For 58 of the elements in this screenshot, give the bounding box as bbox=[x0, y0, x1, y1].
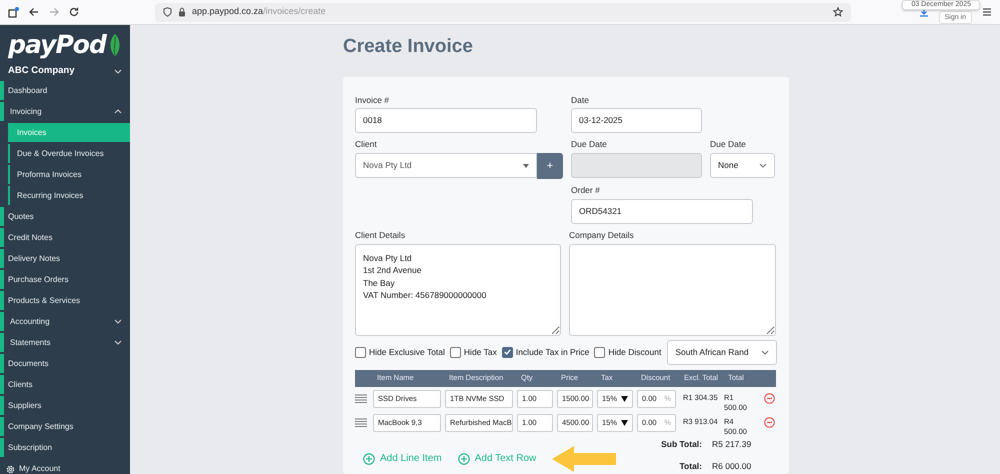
field-label: Invoice # bbox=[355, 94, 390, 106]
shield-icon bbox=[163, 7, 172, 17]
chevron-down-icon[interactable] bbox=[114, 340, 122, 345]
drag-handle-icon[interactable] bbox=[355, 418, 367, 426]
order-number-field[interactable]: ORD54321 bbox=[571, 198, 753, 224]
field-label: Company Details bbox=[569, 228, 635, 242]
field-label: Due Date bbox=[710, 138, 747, 151]
add-client-button[interactable]: + bbox=[537, 153, 563, 179]
field-label: Client Details bbox=[355, 228, 406, 242]
star-icon[interactable] bbox=[833, 7, 843, 17]
option-checkbox[interactable]: Hide Tax bbox=[450, 346, 497, 358]
invoice-number-field[interactable]: 0018 bbox=[355, 108, 537, 134]
gear-icon bbox=[6, 464, 15, 474]
option-checkbox[interactable]: Include Tax in Price bbox=[502, 346, 590, 358]
dropdown-caret-icon bbox=[621, 420, 628, 426]
leaf-icon bbox=[108, 33, 122, 57]
chevron-up-icon[interactable] bbox=[114, 109, 122, 114]
company-selector[interactable]: ABC Company bbox=[0, 61, 130, 79]
chevron-down-icon[interactable] bbox=[114, 68, 122, 74]
total-label: Total: bbox=[678, 460, 703, 473]
tab-icon[interactable] bbox=[8, 6, 19, 18]
plus-circle-icon bbox=[458, 452, 470, 464]
account-link[interactable]: My Account bbox=[0, 459, 130, 474]
reload-icon[interactable] bbox=[69, 7, 79, 17]
currency-select[interactable]: South African Rand bbox=[667, 340, 777, 364]
download-icon[interactable] bbox=[918, 7, 929, 17]
total-value: R5 217.39 bbox=[712, 438, 752, 450]
field-label: Client bbox=[355, 138, 378, 151]
company-details-field[interactable] bbox=[569, 244, 776, 336]
field-label: Date bbox=[571, 94, 590, 106]
dropdown-caret-icon bbox=[621, 396, 628, 402]
field-label: Order # bbox=[571, 184, 601, 197]
pointer-arrow-drawing bbox=[552, 446, 616, 472]
drag-handle-icon[interactable] bbox=[355, 394, 367, 402]
field-label: Due Date bbox=[571, 138, 608, 151]
menu-icon[interactable] bbox=[982, 7, 992, 17]
chevron-down-icon[interactable] bbox=[761, 350, 769, 354]
option-checkbox[interactable]: Hide Discount bbox=[594, 346, 662, 358]
dropdown-caret-icon bbox=[523, 164, 529, 168]
address-bar[interactable]: app.paypod.co.za/invoices/create bbox=[155, 2, 851, 22]
total-label: Sub Total: bbox=[660, 438, 703, 450]
remove-icon[interactable] bbox=[764, 392, 775, 404]
due-term-select[interactable]: None bbox=[710, 153, 775, 178]
option-checkbox[interactable]: Hide Exclusive Total bbox=[355, 346, 445, 358]
chevron-down-icon[interactable] bbox=[114, 319, 122, 324]
check-icon bbox=[504, 349, 511, 355]
date-field[interactable]: 03-12-2025 bbox=[571, 108, 702, 134]
total-value: R6 000.00 bbox=[712, 460, 752, 473]
client-select[interactable]: Nova Pty Ltd bbox=[355, 153, 537, 178]
logo-text: payPod bbox=[8, 29, 106, 62]
remove-icon[interactable] bbox=[764, 416, 775, 428]
client-details-field[interactable]: Nova Pty Ltd 1st 2nd Avenue The Bay VAT Number: 456789000000000 bbox=[355, 244, 561, 336]
page-title: Create Invoice bbox=[343, 35, 473, 59]
plus-circle-icon bbox=[363, 452, 375, 464]
chevron-down-icon[interactable] bbox=[759, 163, 767, 168]
lock-icon bbox=[178, 7, 186, 17]
back-icon[interactable] bbox=[29, 7, 39, 17]
url-text: app.paypod.co.za/invoices/create bbox=[192, 5, 326, 18]
